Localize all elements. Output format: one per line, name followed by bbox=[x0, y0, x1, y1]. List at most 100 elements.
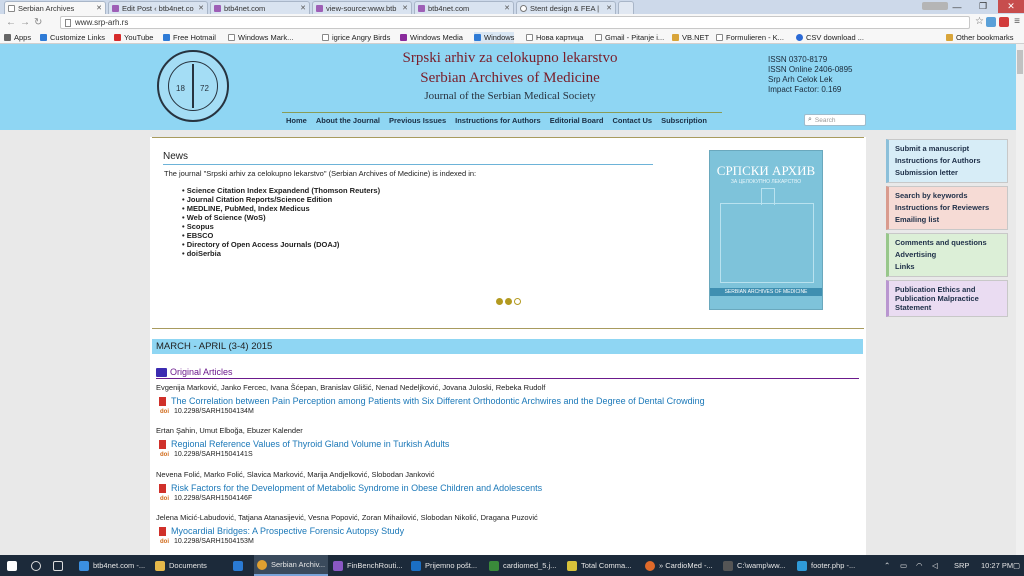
bookmark-apps[interactable]: Apps bbox=[4, 32, 31, 43]
close-window-icon[interactable]: ✕ bbox=[998, 0, 1024, 13]
doi-value[interactable]: 10.2298/SARH1504153M bbox=[174, 538, 254, 545]
scrollbar-thumb[interactable] bbox=[1017, 50, 1023, 74]
page-scrollbar[interactable] bbox=[1016, 44, 1024, 555]
sidebar-link-submit[interactable]: Submit a manuscript bbox=[895, 143, 1001, 155]
search-button[interactable] bbox=[28, 555, 44, 576]
journal-cover-image[interactable]: СРПСКИ АРХИВ ЗА ЦЕЛОКУПНО ЛЕКАРСТВО SERB… bbox=[709, 150, 823, 310]
language-indicator[interactable]: SRP bbox=[954, 555, 969, 576]
nav-editorial-board[interactable]: Editorial Board bbox=[550, 116, 604, 125]
bookmark-youtube[interactable]: YouTube bbox=[114, 32, 153, 43]
search-input[interactable]: ⌕ Search bbox=[804, 114, 866, 126]
article-title[interactable]: The Correlation between Pain Perception … bbox=[171, 396, 705, 406]
close-icon[interactable]: ✕ bbox=[504, 4, 510, 12]
article-title[interactable]: Regional Reference Values of Thyroid Gla… bbox=[171, 439, 449, 449]
taskbar-item[interactable]: Prijemno pošt... bbox=[408, 555, 484, 576]
bookmark-star-icon[interactable]: ☆ bbox=[975, 16, 984, 27]
close-icon[interactable]: ✕ bbox=[606, 4, 612, 12]
taskbar-item[interactable]: C:\wamp\ww... bbox=[720, 555, 792, 576]
nav-instructions[interactable]: Instructions for Authors bbox=[455, 116, 541, 125]
article-title-link[interactable]: Myocardial Bridges: A Prospective Forens… bbox=[156, 526, 856, 536]
reload-icon[interactable]: ↻ bbox=[34, 17, 42, 28]
start-button[interactable] bbox=[4, 555, 20, 576]
forward-icon[interactable]: → bbox=[20, 17, 30, 28]
task-view-button[interactable] bbox=[50, 555, 68, 576]
sidebar-link-advertising[interactable]: Advertising bbox=[895, 249, 1001, 261]
bookmark-angry-birds[interactable]: igrice Angry Birds bbox=[322, 32, 390, 43]
taskbar-item[interactable]: Documents bbox=[152, 555, 228, 576]
menu-icon[interactable]: ≡ bbox=[1014, 16, 1020, 27]
carousel-dot[interactable] bbox=[514, 298, 521, 305]
battery-icon[interactable]: ▭ bbox=[900, 555, 907, 576]
pdf-icon[interactable] bbox=[159, 439, 166, 449]
carousel-dot[interactable] bbox=[505, 298, 512, 305]
clock[interactable]: 10:27 PM bbox=[981, 555, 1013, 576]
article-title[interactable]: Risk Factors for the Development of Meta… bbox=[171, 483, 542, 493]
bookmark-formulieren[interactable]: Formulieren - K... bbox=[716, 32, 784, 43]
close-icon[interactable]: ✕ bbox=[402, 4, 408, 12]
extension-icon[interactable] bbox=[999, 17, 1009, 27]
bookmark-windows[interactable]: Windows bbox=[474, 32, 515, 43]
minimize-icon[interactable]: — bbox=[944, 0, 970, 13]
section-heading[interactable]: Original Articles bbox=[156, 367, 233, 377]
notifications-icon[interactable]: ▢ bbox=[1013, 555, 1020, 576]
article-title-link[interactable]: Regional Reference Values of Thyroid Gla… bbox=[156, 439, 856, 449]
close-icon[interactable]: ✕ bbox=[198, 4, 204, 12]
bookmark-csv-download[interactable]: CSV download ... bbox=[796, 32, 864, 43]
extension-icon[interactable] bbox=[986, 17, 996, 27]
article-title[interactable]: Myocardial Bridges: A Prospective Forens… bbox=[171, 526, 404, 536]
pdf-icon[interactable] bbox=[159, 483, 166, 493]
bookmark-windows-media[interactable]: Windows Media bbox=[400, 32, 463, 43]
taskbar-item[interactable]: Total Comma... bbox=[564, 555, 640, 576]
bookmark-gmail[interactable]: Gmail - Pitanje i... bbox=[595, 32, 664, 43]
taskbar-item[interactable]: btb4net.com -... bbox=[76, 555, 150, 576]
bookmark-other[interactable]: Other bookmarks bbox=[946, 32, 1014, 43]
tab-stent-design[interactable]: Stent design & FEA | ✕ bbox=[516, 1, 616, 14]
pdf-icon[interactable] bbox=[159, 526, 166, 536]
nav-subscription[interactable]: Subscription bbox=[661, 116, 707, 125]
sidebar-link-instructions-authors[interactable]: Instructions for Authors bbox=[895, 155, 1001, 167]
nav-previous-issues[interactable]: Previous Issues bbox=[389, 116, 446, 125]
taskbar-item[interactable]: FinBenchRouti... bbox=[330, 555, 406, 576]
taskbar-item[interactable] bbox=[230, 555, 252, 576]
bookmark-free-hotmail[interactable]: Free Hotmail bbox=[163, 32, 216, 43]
tab-serbian-archives[interactable]: Serbian Archives ✕ bbox=[4, 1, 106, 14]
sidebar-link-comments[interactable]: Comments and questions bbox=[895, 237, 1001, 249]
maximize-icon[interactable]: ❐ bbox=[970, 0, 996, 13]
taskbar-item[interactable]: cardiomed_5.j... bbox=[486, 555, 562, 576]
network-icon[interactable]: ◠ bbox=[916, 555, 923, 576]
nav-home[interactable]: Home bbox=[286, 116, 307, 125]
pdf-icon[interactable] bbox=[159, 396, 166, 406]
taskbar-item[interactable]: » CardioMed -... bbox=[642, 555, 718, 576]
tab-edit-post[interactable]: Edit Post ‹ btb4net.co ✕ bbox=[108, 1, 208, 14]
tab-btb4net[interactable]: btb4net.com ✕ bbox=[210, 1, 310, 14]
doi-value[interactable]: 10.2298/SARH1504146F bbox=[174, 495, 252, 502]
article-title-link[interactable]: The Correlation between Pain Perception … bbox=[156, 396, 856, 406]
bookmark-nova-kartica[interactable]: Нова картица bbox=[526, 32, 583, 43]
sidebar-link-links[interactable]: Links bbox=[895, 261, 1001, 273]
doi-value[interactable]: 10.2298/SARH1504141S bbox=[174, 451, 253, 458]
sidebar-link-submission-letter[interactable]: Submission letter bbox=[895, 167, 1001, 179]
nav-contact[interactable]: Contact Us bbox=[612, 116, 652, 125]
bookmark-windows-mark[interactable]: Windows Mark... bbox=[228, 32, 293, 43]
bookmark-customize-links[interactable]: Customize Links bbox=[40, 32, 105, 43]
tab-btb4net-2[interactable]: btb4net.com ✕ bbox=[414, 1, 514, 14]
back-icon[interactable]: ← bbox=[6, 17, 16, 28]
sidebar-link-emailing-list[interactable]: Emailing list bbox=[895, 214, 1001, 226]
url-input[interactable]: www.srp-arh.rs bbox=[60, 16, 970, 29]
taskbar-item[interactable]: footer.php -... bbox=[794, 555, 870, 576]
doi-value[interactable]: 10.2298/SARH1504134M bbox=[174, 408, 254, 415]
carousel-dot[interactable] bbox=[496, 298, 503, 305]
sidebar-link-instructions-reviewers[interactable]: Instructions for Reviewers bbox=[895, 202, 1001, 214]
taskbar-item-active[interactable]: Serbian Archiv... bbox=[254, 555, 328, 576]
close-icon[interactable]: ✕ bbox=[300, 4, 306, 12]
tray-chevron-icon[interactable]: ⌃ bbox=[884, 555, 890, 576]
volume-icon[interactable]: ◁ bbox=[932, 555, 938, 576]
bookmark-vbnet[interactable]: VB.NET bbox=[672, 32, 709, 43]
tab-view-source[interactable]: view-source:www.btb ✕ bbox=[312, 1, 412, 14]
new-tab-button[interactable] bbox=[618, 1, 634, 14]
nav-about[interactable]: About the Journal bbox=[316, 116, 380, 125]
close-icon[interactable]: ✕ bbox=[96, 4, 102, 12]
journal-logo[interactable]: 18 72 bbox=[157, 50, 229, 122]
sidebar-link-ethics[interactable]: Publication Ethics and Publication Malpr… bbox=[886, 280, 1008, 317]
sidebar-link-search-keywords[interactable]: Search by keywords bbox=[895, 190, 1001, 202]
